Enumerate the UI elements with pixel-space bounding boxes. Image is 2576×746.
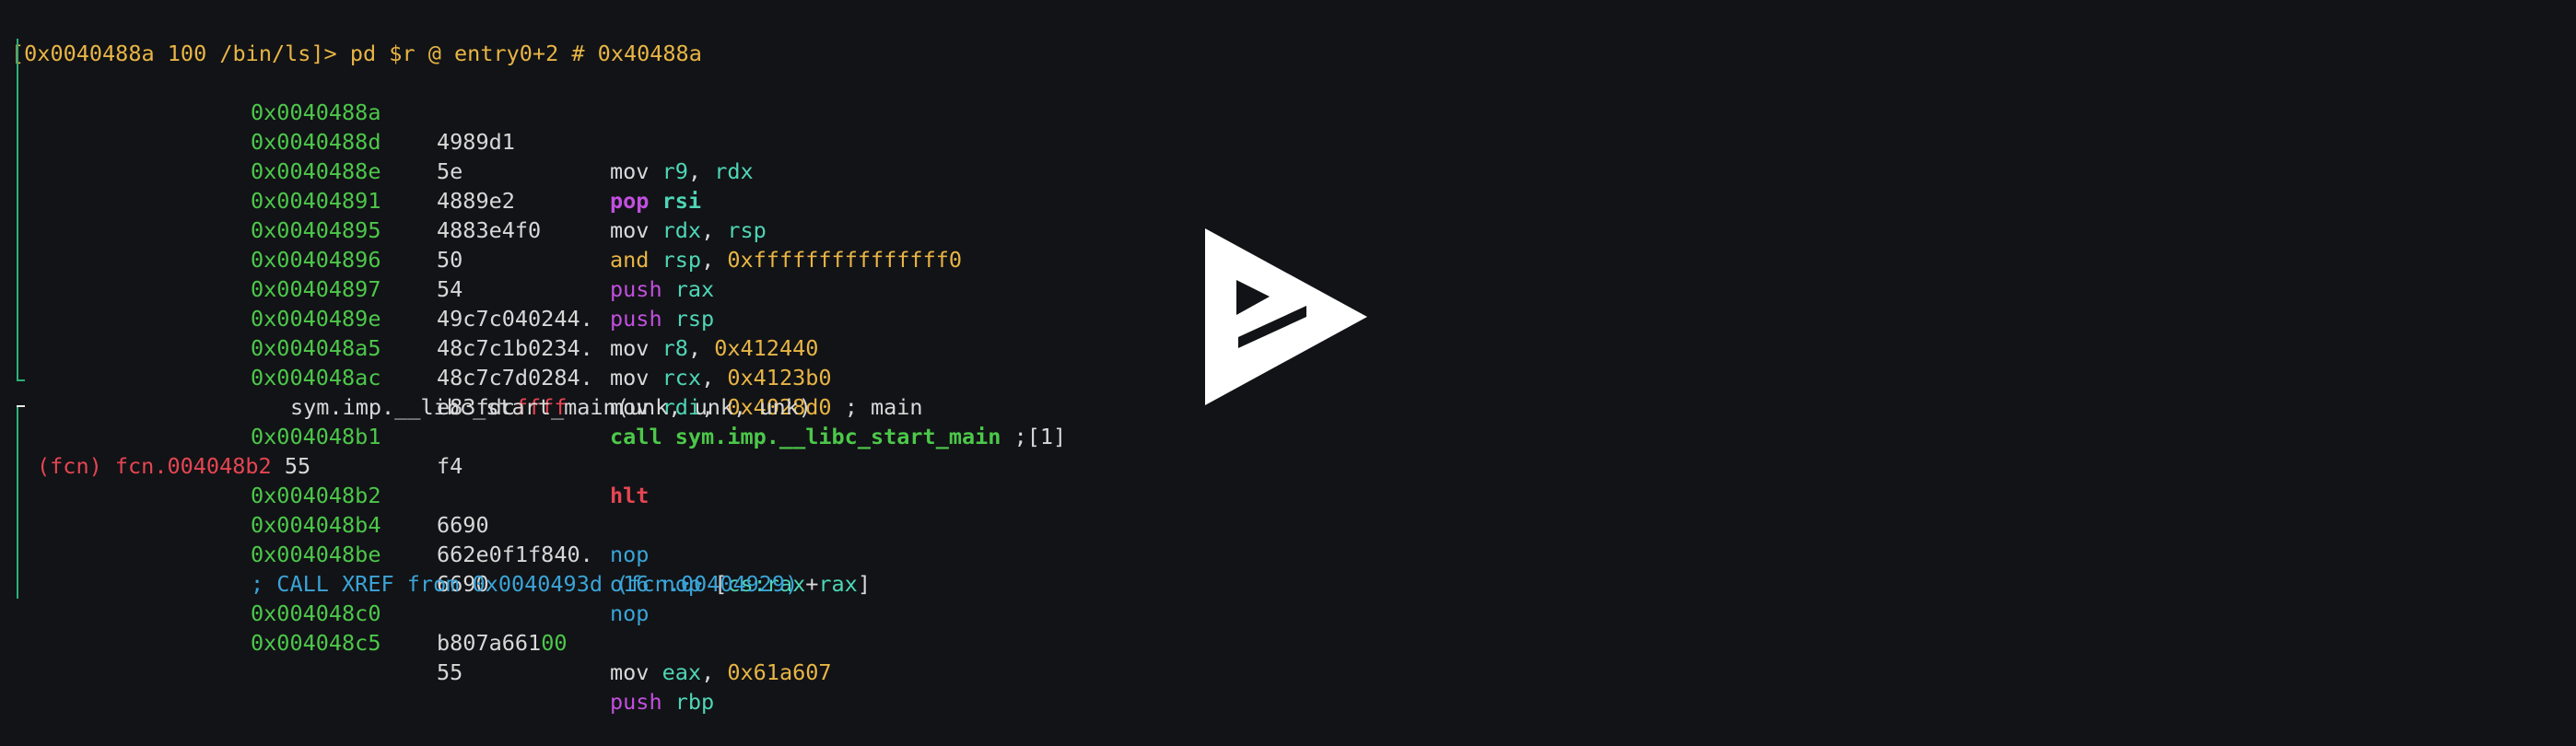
flow-gutter [11, 98, 35, 127]
disasm-row[interactable]: 0x00404891 4883e4f0 and rsp, 0xfffffffff… [11, 127, 1153, 273]
disasm-row[interactable]: 0x004048c0 b807a66100 mov eax, 0x61a607 [11, 540, 1153, 685]
disasm-row[interactable]: 0x0040488e 4889e2 mov rdx, rsp [11, 98, 1153, 243]
disasm-row[interactable]: 0x004048b1 f4 hlt [11, 363, 1153, 508]
flow-gutter [11, 39, 35, 68]
disasm-row[interactable]: 0x004048be 6690 nop [11, 481, 1153, 626]
disasm-row[interactable]: 0x00404895 50 push rax [11, 157, 1153, 302]
flow-gutter [11, 451, 35, 481]
play-icon[interactable] [1205, 228, 1367, 413]
disassembly-view: [0x0040488a 100 /bin/ls]> pd $r @ entry0… [11, 9, 1153, 715]
instruction-bytes: 55 [437, 659, 463, 685]
flow-gutter [11, 481, 35, 510]
operand-immediate: 0x61a607 [727, 659, 832, 685]
flow-gutter [11, 510, 35, 540]
disasm-row[interactable]: 0x0040488a 4989d1 mov r9, rdx [11, 39, 1153, 184]
flow-gutter [11, 127, 35, 157]
disasm-row[interactable]: 0x0040488d 5e pop rsi [11, 68, 1153, 214]
disasm-row[interactable]: 0x004048c5 55 push rbp [11, 569, 1153, 715]
bytes-prefix: b807a661 [437, 630, 542, 656]
disasm-row[interactable]: 0x00404897 49c7c040244. mov r8, 0x412440 [11, 216, 1153, 361]
flow-gutter-end [11, 363, 35, 392]
flow-gutter [11, 569, 35, 599]
flow-gutter [11, 333, 35, 363]
flow-gutter [11, 422, 35, 451]
flow-gutter [11, 68, 35, 98]
disasm-row[interactable]: 0x00404896 54 push rsp [11, 186, 1153, 332]
flow-gutter [11, 304, 35, 333]
opcode: mov [610, 659, 650, 685]
flow-gutter [11, 540, 35, 569]
flow-gutter [11, 186, 35, 216]
disasm-row[interactable]: 0x004048b2 6690 nop [11, 422, 1153, 567]
operand-register: rbp [674, 689, 715, 715]
opcode: push [610, 689, 662, 715]
flow-gutter-start [11, 392, 35, 422]
flow-gutter [11, 157, 35, 186]
instruction-address[interactable]: 0x004048c5 [251, 628, 381, 658]
instruction-text: nop [610, 599, 649, 628]
disasm-row[interactable]: 0x004048ac e83fdcffff call sym.imp.__lib… [11, 304, 1153, 449]
operand-separator: , [701, 659, 728, 685]
instruction-address[interactable]: 0x004048c0 [251, 599, 381, 628]
bytes-highlight: 00 [541, 630, 568, 656]
xref-comment-row[interactable]: ; CALL XREF from 0x0040493d (fcn.0040492… [11, 510, 1153, 597]
flow-gutter [11, 216, 35, 245]
instruction-bytes: b807a66100 [437, 628, 567, 658]
operand-register: eax [662, 659, 702, 685]
disasm-row[interactable]: 0x004048a5 48c7c7d0284. mov rdi, 0x4028d… [11, 274, 1153, 420]
command-prompt-line[interactable]: [0x0040488a 100 /bin/ls]> pd $r @ entry0… [11, 9, 1153, 66]
flow-gutter [11, 274, 35, 304]
instruction-text: push rbp [610, 687, 714, 717]
function-signature-row: sym.imp.__libc_start_main(unk, unk, unk) [11, 333, 1153, 420]
flow-gutter [11, 245, 35, 274]
disasm-row[interactable]: 0x004048b4 662e0f1f840. o16 nop [cs:rax+… [11, 451, 1153, 597]
opcode: nop [610, 600, 650, 626]
instruction-text: mov eax, 0x61a607 [610, 658, 832, 687]
disasm-row[interactable]: 0x0040489e 48c7c1b0234. mov rcx, 0x4123b… [11, 245, 1153, 390]
function-header-row[interactable]: (fcn) fcn.004048b2 55 [11, 392, 1153, 479]
